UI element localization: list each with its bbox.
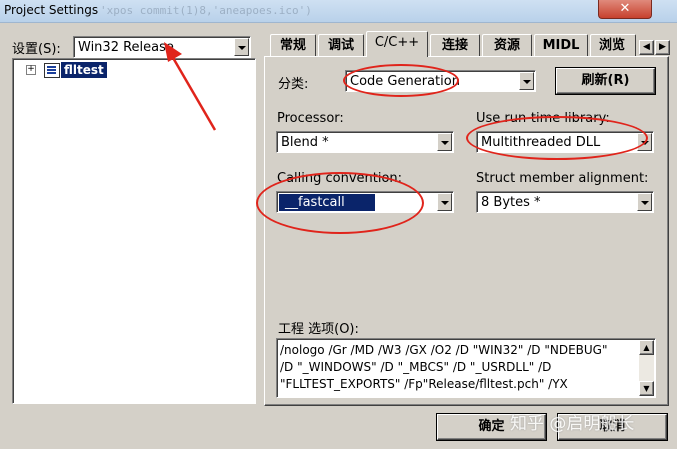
project-icon: [44, 63, 60, 78]
chevron-down-icon[interactable]: [234, 38, 249, 56]
options-scrollbar[interactable]: ▲ ▼: [639, 340, 654, 396]
title-bar: Project Settings 'xpos commit(1)8,'aneap…: [0, 0, 677, 23]
tree-expand-icon[interactable]: +: [26, 65, 36, 75]
chevron-down-icon[interactable]: [519, 72, 534, 90]
project-options-text: /nologo /Gr /MD /W3 /GX /O2 /D "WIN32" /…: [280, 343, 608, 391]
project-options-textbox[interactable]: /nologo /Gr /MD /W3 /GX /O2 /D "WIN32" /…: [276, 338, 656, 398]
chevron-down-icon[interactable]: [637, 133, 652, 151]
annotation-arrow: [164, 42, 217, 131]
tab-cpp[interactable]: C/C++: [366, 31, 428, 57]
calling-convention-value: __fastcall: [279, 194, 375, 211]
watermark: 知乎 @启明船长: [510, 414, 635, 434]
window-title: Project Settings: [4, 3, 99, 17]
refresh-button[interactable]: 刷新(R): [556, 68, 655, 94]
project-options-label: 工程 选项(O):: [278, 322, 359, 337]
struct-alignment-value: 8 Bytes *: [481, 195, 541, 210]
runtime-library-combo[interactable]: Multithreaded DLL: [476, 131, 654, 153]
chevron-down-icon[interactable]: [437, 133, 452, 151]
tab-scroll-right-icon[interactable]: ▶: [655, 40, 670, 55]
calling-convention-combo[interactable]: __fastcall: [276, 191, 454, 213]
tab-debug[interactable]: 调试: [318, 34, 364, 56]
tab-link[interactable]: 连接: [430, 34, 480, 56]
chevron-down-icon[interactable]: [437, 193, 452, 211]
category-value: Code Generation: [350, 74, 460, 89]
tab-midl[interactable]: MIDL: [534, 34, 588, 56]
scroll-up-icon[interactable]: ▲: [639, 340, 654, 355]
processor-combo[interactable]: Blend *: [276, 131, 454, 153]
settings-label: 设置(S):: [12, 42, 61, 57]
runtime-library-label: Use run-time library:: [476, 111, 610, 126]
tab-scroll-left-icon[interactable]: ◀: [639, 40, 654, 55]
category-label: 分类:: [278, 77, 309, 92]
calling-convention-label: Calling convention:: [277, 171, 403, 186]
processor-value: Blend *: [281, 135, 329, 150]
category-combo[interactable]: Code Generation: [345, 70, 536, 92]
background-window-text: 'xpos commit(1)8,'aneapoes.ico'): [100, 4, 312, 17]
tree-item-flltest[interactable]: flltest: [61, 62, 107, 78]
scroll-down-icon[interactable]: ▼: [639, 381, 654, 396]
processor-label: Processor:: [277, 111, 344, 126]
struct-alignment-combo[interactable]: 8 Bytes *: [476, 191, 654, 213]
tab-browse[interactable]: 浏览: [590, 34, 636, 56]
struct-alignment-label: Struct member alignment:: [476, 171, 649, 186]
chevron-down-icon[interactable]: [637, 193, 652, 211]
tab-general[interactable]: 常规: [270, 34, 316, 56]
close-button[interactable]: ✕: [598, 0, 652, 19]
tab-resources[interactable]: 资源: [482, 34, 532, 56]
runtime-library-value: Multithreaded DLL: [481, 135, 601, 150]
